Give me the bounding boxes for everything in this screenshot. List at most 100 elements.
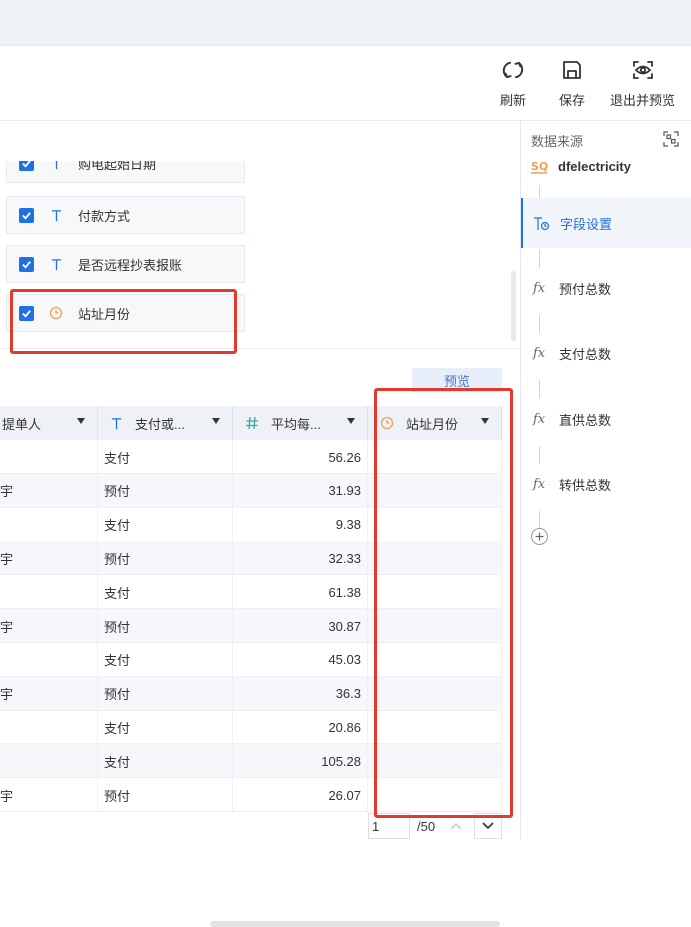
check-icon bbox=[22, 260, 31, 269]
text-type-icon bbox=[48, 256, 64, 272]
table-cell: 预付 bbox=[98, 541, 233, 576]
datasource-item[interactable]: SQl dfelectricity bbox=[531, 157, 631, 175]
table-cell: 支付 bbox=[98, 642, 233, 677]
table-cell bbox=[368, 676, 502, 711]
calc-field-item[interactable]: fx 转供总数 bbox=[521, 459, 691, 509]
text-type-icon bbox=[48, 207, 64, 223]
table-cell: 30.87 bbox=[233, 609, 368, 643]
table-cell: 105.28 bbox=[233, 744, 368, 779]
table-cell: 31.93 bbox=[233, 473, 368, 508]
field-item[interactable]: 是否远程抄表报账 bbox=[6, 245, 245, 283]
plus-icon bbox=[535, 532, 544, 541]
column-header[interactable]: 平均每... bbox=[233, 406, 368, 440]
sort-dropdown-icon[interactable] bbox=[481, 418, 489, 424]
number-type-icon bbox=[246, 416, 258, 430]
table-cell: 宇 bbox=[0, 473, 98, 508]
table-row[interactable]: 支付 20.86 bbox=[0, 710, 502, 745]
checkbox-checked[interactable] bbox=[19, 305, 34, 321]
sort-dropdown-icon[interactable] bbox=[77, 418, 85, 424]
table-row[interactable]: 宇预付 30.87 bbox=[0, 609, 502, 643]
table-cell: 56.26 bbox=[233, 440, 368, 474]
table-row[interactable]: 宇预付 32.33 bbox=[0, 541, 502, 576]
table-row[interactable]: 宇预付 26.07 bbox=[0, 778, 502, 812]
field-label: 是否远程抄表报账 bbox=[78, 257, 183, 273]
datasource-name: dfelectricity bbox=[558, 158, 631, 174]
formula-icon: fx bbox=[533, 476, 546, 492]
table-cell: 支付 bbox=[98, 744, 233, 779]
sort-dropdown-icon[interactable] bbox=[347, 418, 355, 424]
page-current: 1 bbox=[372, 818, 380, 834]
right-sidebar: 数据来源 SQl dfelectricity 字段设置 fx 预付总数 fx 支… bbox=[520, 121, 691, 840]
table-row[interactable]: 支付 45.03 bbox=[0, 642, 502, 677]
preview-button[interactable]: 预览 bbox=[412, 368, 502, 392]
page-next-button[interactable] bbox=[474, 813, 502, 839]
switch-datasource-icon[interactable] bbox=[663, 131, 679, 147]
field-settings-icon bbox=[534, 216, 550, 230]
field-item[interactable]: 付款方式 bbox=[6, 196, 245, 234]
table-cell bbox=[368, 642, 502, 677]
calc-field-label: 支付总数 bbox=[559, 346, 612, 362]
datasource-title: 数据来源 bbox=[531, 134, 584, 149]
table-cell: 支付 bbox=[98, 507, 233, 542]
chevron-down-icon bbox=[482, 822, 494, 830]
table-row[interactable]: 支付 105.28 bbox=[0, 744, 502, 779]
table-row[interactable]: 宇预付 31.93 bbox=[0, 473, 502, 508]
field-settings-item[interactable]: 字段设置 bbox=[521, 198, 691, 248]
table-cell bbox=[368, 507, 502, 542]
sort-dropdown-icon[interactable] bbox=[212, 418, 220, 424]
check-icon bbox=[22, 211, 31, 220]
connector-line bbox=[539, 511, 540, 529]
table-cell bbox=[368, 710, 502, 745]
date-type-icon bbox=[380, 416, 394, 430]
field-item[interactable]: 站址月份 bbox=[6, 294, 245, 332]
table-cell bbox=[0, 642, 98, 677]
table-row[interactable]: 宇预付 36.3 bbox=[0, 676, 502, 711]
exit-preview-label: 退出并预览 bbox=[610, 93, 676, 108]
checkbox-checked[interactable] bbox=[19, 256, 34, 272]
page-prev-button[interactable] bbox=[443, 813, 469, 839]
table-cell: 36.3 bbox=[233, 676, 368, 711]
column-header[interactable]: 站址月份 bbox=[368, 406, 502, 440]
table-cell: 宇 bbox=[0, 676, 98, 711]
field-list-scrollbar[interactable] bbox=[511, 271, 516, 341]
column-header-label: 支付或... bbox=[135, 416, 185, 432]
sql-icon: SQl bbox=[531, 160, 549, 174]
refresh-button[interactable]: 刷新 bbox=[500, 58, 526, 109]
add-step-button[interactable] bbox=[531, 528, 548, 545]
calc-field-item[interactable]: fx 预付总数 bbox=[521, 263, 691, 313]
refresh-icon bbox=[502, 61, 524, 79]
table-cell: 45.03 bbox=[233, 642, 368, 677]
column-header[interactable]: 提单人 bbox=[0, 406, 98, 440]
table-cell bbox=[368, 744, 502, 779]
table-cell: 9.38 bbox=[233, 507, 368, 542]
save-icon bbox=[563, 61, 581, 79]
exit-preview-button[interactable]: 退出并预览 bbox=[610, 58, 675, 109]
checkbox-checked[interactable] bbox=[19, 207, 34, 223]
table-row[interactable]: 支付 9.38 bbox=[0, 507, 502, 542]
table-cell: 预付 bbox=[98, 778, 233, 812]
save-button[interactable]: 保存 bbox=[559, 58, 585, 109]
column-header-label: 站址月份 bbox=[406, 416, 459, 432]
preview-eye-icon bbox=[632, 61, 653, 79]
table-row[interactable]: 支付 56.26 bbox=[0, 440, 502, 474]
column-header[interactable]: 支付或... bbox=[98, 406, 233, 440]
table-cell bbox=[368, 778, 502, 812]
text-type-icon bbox=[111, 417, 122, 429]
calc-field-item[interactable]: fx 直供总数 bbox=[521, 394, 691, 444]
calc-field-label: 转供总数 bbox=[559, 477, 612, 493]
horizontal-scrollbar[interactable] bbox=[210, 921, 500, 927]
page-number-input[interactable]: 1 bbox=[368, 813, 410, 839]
date-type-icon bbox=[48, 305, 64, 321]
table-cell bbox=[0, 710, 98, 745]
table-cell bbox=[0, 744, 98, 779]
table-cell bbox=[368, 609, 502, 643]
refresh-label: 刷新 bbox=[500, 93, 527, 108]
table-cell: 32.33 bbox=[233, 541, 368, 576]
table-cell bbox=[0, 507, 98, 542]
formula-icon: fx bbox=[533, 345, 546, 361]
field-label: 付款方式 bbox=[78, 208, 131, 224]
table-row[interactable]: 支付 61.38 bbox=[0, 575, 502, 610]
calc-field-item[interactable]: fx 支付总数 bbox=[521, 328, 691, 378]
calc-field-label: 直供总数 bbox=[559, 412, 612, 428]
table-cell: 宇 bbox=[0, 609, 98, 643]
